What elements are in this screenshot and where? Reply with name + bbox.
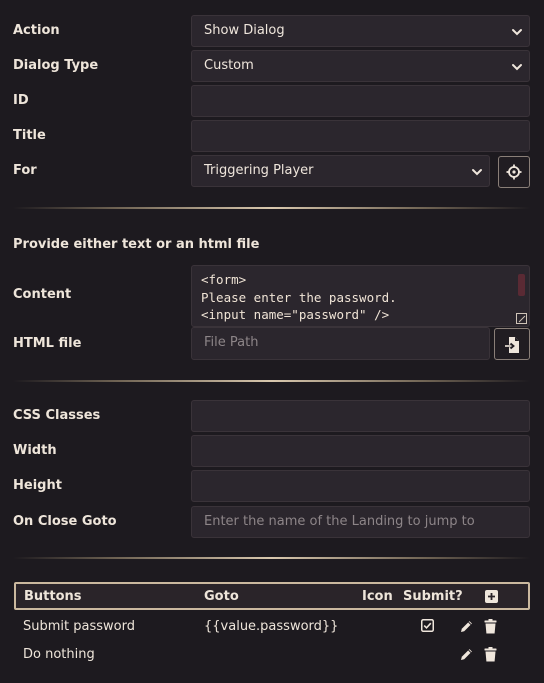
id-input[interactable]	[191, 85, 530, 117]
resize-handle-icon[interactable]	[516, 313, 527, 324]
title-input[interactable]	[191, 120, 530, 152]
column-header-icon: Icon	[362, 589, 393, 604]
section-divider	[13, 207, 530, 209]
trash-icon[interactable]	[484, 647, 497, 662]
column-header-goto: Goto	[204, 589, 239, 604]
content-scrollbar[interactable]	[518, 274, 525, 296]
crosshair-icon	[506, 164, 522, 180]
for-select[interactable]: Triggering Player	[191, 155, 490, 187]
action-label: Action	[13, 23, 60, 38]
on-close-goto-placeholder: Enter the name of the Landing to jump to	[204, 514, 475, 529]
html-file-placeholder: File Path	[204, 335, 259, 350]
trash-icon[interactable]	[484, 619, 497, 634]
checkbox-checked-icon[interactable]	[421, 619, 434, 632]
row-goto: {{value.password}}	[204, 619, 339, 634]
css-classes-label: CSS Classes	[13, 408, 101, 423]
chevron-down-icon	[512, 64, 522, 71]
target-picker-button[interactable]	[498, 156, 530, 188]
dialog-type-label: Dialog Type	[13, 58, 99, 73]
dialog-type-select-value: Custom	[204, 58, 254, 73]
width-input[interactable]	[191, 435, 530, 467]
content-line: Please enter the password.	[201, 289, 397, 305]
chevron-down-icon	[512, 29, 522, 36]
html-file-input[interactable]: File Path	[191, 327, 490, 360]
action-select[interactable]: Show Dialog	[191, 15, 530, 47]
title-label: Title	[13, 128, 46, 143]
id-label: ID	[13, 93, 29, 108]
buttons-table-header: Buttons Goto Icon Submit?	[14, 582, 530, 610]
file-import-icon	[505, 337, 519, 353]
css-classes-input[interactable]	[191, 400, 530, 432]
row-button-name: Do nothing	[23, 647, 95, 662]
section-divider	[13, 557, 530, 559]
on-close-goto-label: On Close Goto	[13, 514, 117, 529]
for-select-value: Triggering Player	[204, 163, 314, 178]
content-section-heading: Provide either text or an html file	[13, 237, 260, 252]
dialog-type-select[interactable]: Custom	[191, 50, 530, 82]
content-line: <form>	[201, 272, 247, 287]
pencil-icon[interactable]	[459, 647, 474, 662]
height-input[interactable]	[191, 470, 530, 502]
column-header-submit: Submit?	[403, 589, 463, 604]
content-line: <input name="password" />	[201, 307, 390, 322]
content-textarea[interactable]: <form> Please enter the password. <input…	[191, 265, 530, 327]
pencil-icon[interactable]	[459, 619, 474, 634]
html-file-label: HTML file	[13, 336, 82, 351]
content-label: Content	[13, 287, 72, 302]
for-label: For	[13, 163, 37, 178]
action-select-value: Show Dialog	[204, 23, 285, 38]
height-label: Height	[13, 478, 62, 493]
file-browse-button[interactable]	[494, 328, 530, 360]
section-divider	[13, 380, 530, 382]
row-button-name: Submit password	[23, 619, 135, 634]
width-label: Width	[13, 443, 57, 458]
on-close-goto-input[interactable]: Enter the name of the Landing to jump to	[191, 506, 530, 538]
plus-icon[interactable]	[485, 590, 498, 603]
chevron-down-icon	[472, 169, 482, 176]
column-header-buttons: Buttons	[24, 589, 82, 604]
